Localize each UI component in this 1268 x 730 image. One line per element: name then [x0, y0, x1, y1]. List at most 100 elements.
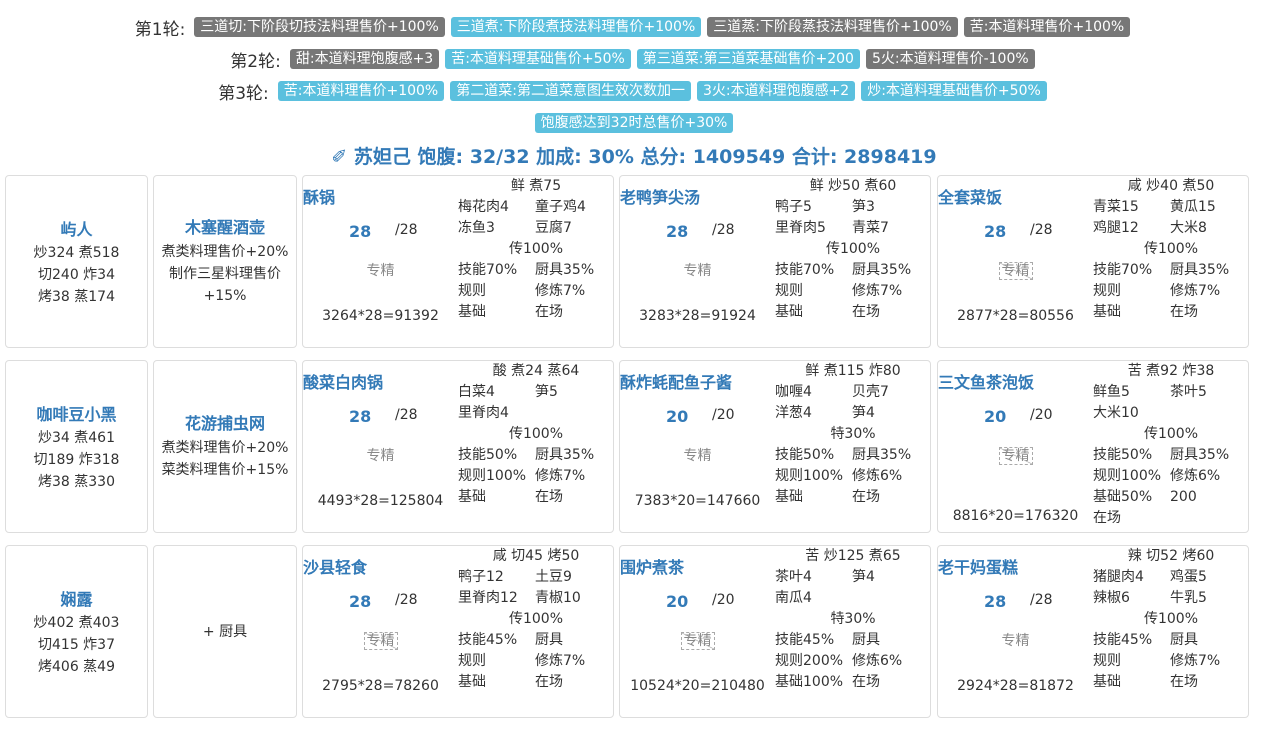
- dish-score-calc: 4493*28=125804: [317, 493, 444, 509]
- specialty-label: 专精: [366, 263, 395, 279]
- dish-quantity[interactable]: 28: [666, 222, 688, 241]
- dish-card[interactable]: 全套菜饭 28/28 专精 2877*28=80556 咸 炒40 煮50 青菜15 黄瓜1…: [937, 175, 1249, 348]
- dish-name[interactable]: 酥锅: [303, 184, 458, 208]
- round-effect-tag[interactable]: 炒:本道料理基础售价+50%: [861, 81, 1047, 101]
- dish-name[interactable]: 围炉煮茶: [620, 554, 775, 578]
- specialty-toggle[interactable]: 专精: [303, 445, 458, 465]
- equipment-card[interactable]: 花游捕虫网 煮类料理售价+20% 菜类料理售价+15%: [153, 360, 297, 533]
- round-effect-tag[interactable]: 苦:本道料理基础售价+50%: [445, 49, 631, 69]
- dish-quantity[interactable]: 28: [984, 222, 1006, 241]
- dish-max-quantity: /28: [395, 407, 418, 423]
- chef-skill-stat: 炒402 煮403: [33, 614, 120, 631]
- round-effect-tag[interactable]: 苦:本道料理售价+100%: [963, 17, 1131, 37]
- specialty-toggle[interactable]: 专精: [620, 445, 775, 465]
- dish-name[interactable]: 全套菜饭: [938, 184, 1093, 208]
- ingredient-row: 梅花肉4 童子鸡4: [458, 197, 613, 218]
- dish-card[interactable]: 酥锅 28/28 专精 3264*28=91392 鲜 煮75 梅花肉4 童子鸡4 冻鱼3 豆腐…: [302, 175, 614, 348]
- round-row: 第2轮: 甜:本道料理饱腹感+3 苦:本道料理基础售价+50% 第三道菜:第三道菜基础…: [0, 47, 1268, 72]
- chef-card[interactable]: 咖啡豆小黑 炒34 煮461 切189 炸318 烤38 蒸330: [5, 360, 148, 533]
- bonus-row: 基础100% 在场: [775, 672, 930, 693]
- bonus-item: 基础: [775, 489, 803, 505]
- dish-name[interactable]: 沙县轻食: [303, 554, 458, 578]
- bonus-row: 技能45% 厨具: [458, 630, 613, 651]
- dish-quantity[interactable]: 28: [349, 407, 371, 426]
- specialty-toggle[interactable]: 专精: [303, 630, 458, 650]
- dish-details: 辣 切52 烤60 猪腿肉4 鸡蛋5 辣椒6 牛乳5 传100% 技能45% 厨具 规则 修炼7%…: [1093, 546, 1248, 693]
- specialty-toggle[interactable]: 专精: [620, 260, 775, 280]
- ingredient-row: 鸭子12 土豆9: [458, 567, 613, 588]
- chef-card[interactable]: 娴露炒402 煮403 切415 炸37 烤406 蒸49: [5, 545, 148, 718]
- dish-quantity[interactable]: 20: [666, 592, 688, 611]
- round-effect-tag[interactable]: 三道煮:下阶段煮技法料理售价+100%: [450, 17, 702, 37]
- specialty-toggle[interactable]: 专精: [938, 260, 1093, 280]
- chef-skill-stat: 切415 炸37: [38, 636, 115, 653]
- round-effect-tag[interactable]: 5火:本道料理售价-100%: [865, 49, 1035, 69]
- summary-line: ✐ 苏妲己 饱腹: 32/32 加成: 30% 总分: 1409549 合计: …: [331, 146, 937, 168]
- dish-quantity[interactable]: 28: [349, 222, 371, 241]
- dish-flavor-skill: 苦 炒125 煮65: [805, 548, 901, 564]
- dish-quantity[interactable]: 28: [349, 592, 371, 611]
- specialty-toggle[interactable]: 专精: [303, 260, 458, 280]
- chef-skill-stat: 烤406 蒸49: [38, 658, 115, 675]
- bonus-item: 基础: [775, 304, 803, 320]
- round-effect-tag[interactable]: 三道切:下阶段切技法料理售价+100%: [194, 17, 445, 37]
- specialty-toggle[interactable]: 专精: [938, 630, 1093, 650]
- dish-name[interactable]: 酸菜白肉锅: [303, 369, 458, 393]
- round-effect-tag[interactable]: 三道蒸:下阶段蒸技法料理售价+100%: [707, 17, 958, 37]
- ingredient: 里脊肉4: [458, 405, 509, 421]
- dish-card[interactable]: 围炉煮茶 20/20 专精 10524*20=210480 苦 炒125 煮65 茶叶4 笋…: [619, 545, 931, 718]
- ingredient: 茶叶5: [1170, 384, 1207, 400]
- dish-max-quantity: /28: [395, 222, 418, 238]
- bonus-row: 规则100% 修炼6%: [1093, 466, 1248, 487]
- equipment-card[interactable]: + 厨具: [153, 545, 297, 718]
- bonus-item: 厨具35%: [852, 262, 912, 278]
- specialty-label: 专精: [683, 448, 712, 464]
- ingredient: 青椒10: [535, 590, 581, 606]
- specialty-label: 专精: [998, 262, 1033, 280]
- dish-name[interactable]: 老鸭笋尖汤: [620, 184, 775, 208]
- dish-name[interactable]: 老干妈蛋糕: [938, 554, 1093, 578]
- dish-card[interactable]: 酥炸蚝配鱼子酱 20/20 专精 7383*20=147660 鲜 煮115 炸80 咖喱…: [619, 360, 931, 533]
- chef-name: 娴露: [60, 589, 93, 609]
- round-effect-tag[interactable]: 3火:本道料理饱腹感+2: [696, 81, 856, 101]
- ingredient: 冻鱼3: [458, 220, 495, 236]
- dish-card[interactable]: 酸菜白肉锅 28/28 专精 4493*28=125804 酸 煮24 蒸64 白菜4 笋5…: [302, 360, 614, 533]
- chef-skill-stat: 切240 炸34: [38, 266, 115, 283]
- dish-card[interactable]: 老鸭笋尖汤 28/28 专精 3283*28=91924 鲜 炒50 煮60 鸭子5 笋3 里…: [619, 175, 931, 348]
- equipment-effect: 菜类料理售价+15%: [161, 461, 289, 478]
- bonus-item: 基础50%: [1093, 489, 1153, 505]
- dish-card[interactable]: 沙县轻食 28/28 专精 2795*28=78260 咸 切45 烤50 鸭子12 土豆9…: [302, 545, 614, 718]
- equipment-name: 花游捕虫网: [184, 413, 265, 433]
- round-effect-tag[interactable]: 第三道菜:第三道菜基础售价+200: [636, 49, 860, 69]
- bonus-item: 基础: [458, 489, 486, 505]
- dish-quantity[interactable]: 20: [666, 407, 688, 426]
- specialty-toggle[interactable]: 专精: [620, 630, 775, 650]
- specialty-toggle[interactable]: 专精: [938, 445, 1093, 465]
- ingredient-row: 白菜4 笋5: [458, 382, 613, 403]
- equipment-card[interactable]: 木塞醒酒壶 煮类料理售价+20% 制作三星料理售价 +15%: [153, 175, 297, 348]
- bonus-item: 基础100%: [775, 674, 844, 690]
- bonus-row: 基础 在场: [775, 302, 930, 323]
- bonus-row: 规则 修炼7%: [775, 281, 930, 302]
- bonus-item: 规则: [1093, 283, 1121, 299]
- dish-quantity[interactable]: 20: [984, 407, 1006, 426]
- dish-card[interactable]: 三文鱼茶泡饭 20/20 专精 8816*20=176320 苦 煮92 炸38 鲜鱼5 茶…: [937, 360, 1249, 533]
- bonus-item: 在场: [852, 304, 880, 320]
- chef-card[interactable]: 屿人 炒324 煮518 切240 炸34 烤38 蒸174: [5, 175, 148, 348]
- round-effect-tag[interactable]: 苦:本道料理售价+100%: [277, 81, 445, 101]
- specialty-label: 专精: [1001, 633, 1030, 649]
- ingredient-row: 鸭子5 笋3: [775, 197, 930, 218]
- dish-name[interactable]: 酥炸蚝配鱼子酱: [620, 369, 775, 393]
- ingredient: 笋4: [852, 405, 875, 421]
- bonus-item: 修炼7%: [1170, 283, 1221, 299]
- round-effect-tag[interactable]: 第二道菜:第二道菜意图生效次数加一: [450, 81, 691, 101]
- bonus-item: 200: [1170, 489, 1197, 505]
- dish-quantity[interactable]: 28: [984, 592, 1006, 611]
- dish-max-quantity: /20: [1030, 407, 1053, 423]
- round-effect-tag[interactable]: 饱腹感达到32时总售价+30%: [534, 113, 734, 133]
- dish-card[interactable]: 老干妈蛋糕 28/28 专精 2924*28=81872 辣 切52 烤60 猪腿肉4 鸡蛋…: [937, 545, 1249, 718]
- round-effect-tag[interactable]: 甜:本道料理饱腹感+3: [289, 49, 440, 69]
- bonus-item: 基础: [458, 304, 486, 320]
- dish-name[interactable]: 三文鱼茶泡饭: [938, 369, 1093, 393]
- dish-details: 苦 炒125 煮65 茶叶4 笋4 南瓜4 特30% 技能45% 厨具 规则200% 修炼6% 基…: [775, 546, 930, 693]
